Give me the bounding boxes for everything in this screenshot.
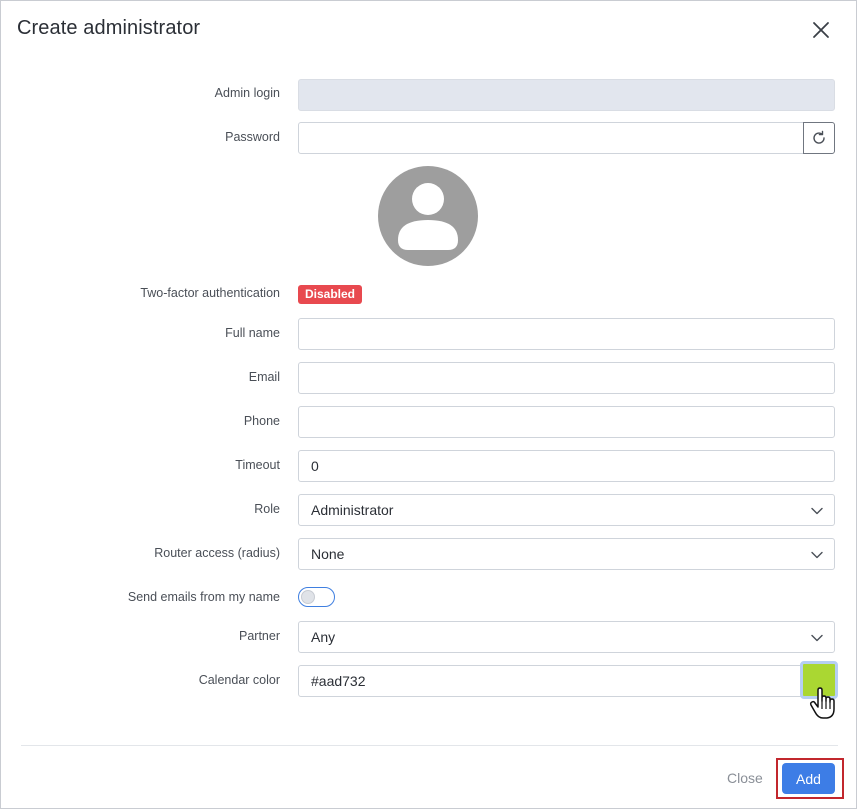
generate-password-button[interactable] bbox=[803, 122, 835, 154]
password-input[interactable] bbox=[298, 122, 804, 154]
admin-login-label: Admin login bbox=[214, 86, 280, 100]
refresh-icon bbox=[813, 130, 825, 144]
full-name-label: Full name bbox=[225, 326, 280, 340]
router-access-label: Router access (radius) bbox=[154, 546, 280, 560]
add-button[interactable]: Add bbox=[782, 763, 835, 794]
user-avatar-icon[interactable] bbox=[378, 166, 478, 266]
router-access-select[interactable]: None bbox=[298, 538, 835, 570]
email-label: Email bbox=[248, 370, 280, 384]
password-label: Password bbox=[225, 130, 280, 144]
chevron-down-icon bbox=[811, 634, 823, 642]
calendar-color-group bbox=[298, 661, 838, 699]
phone-input[interactable] bbox=[298, 406, 835, 438]
chevron-down-icon bbox=[811, 507, 823, 515]
router-access-selected-value: None bbox=[311, 546, 345, 562]
role-selected-value: Administrator bbox=[311, 502, 394, 518]
toggle-knob bbox=[301, 590, 315, 604]
calendar-color-label: Calendar color bbox=[198, 673, 280, 687]
partner-selected-value: Any bbox=[311, 629, 336, 645]
close-icon[interactable] bbox=[809, 18, 833, 42]
send-emails-toggle[interactable] bbox=[298, 587, 335, 607]
phone-label: Phone bbox=[243, 414, 280, 428]
role-label: Role bbox=[254, 502, 280, 516]
two-factor-status-badge[interactable]: Disabled bbox=[298, 285, 363, 304]
email-input[interactable] bbox=[298, 362, 835, 394]
footer-divider bbox=[21, 745, 838, 746]
password-group bbox=[298, 122, 835, 154]
role-select[interactable]: Administrator bbox=[298, 494, 835, 526]
partner-select[interactable]: Any bbox=[298, 621, 835, 653]
calendar-color-swatch[interactable] bbox=[800, 661, 838, 699]
dialog-title: Create administrator bbox=[17, 17, 201, 39]
two-factor-label: Two-factor authentication bbox=[140, 286, 280, 300]
calendar-color-input[interactable] bbox=[298, 665, 835, 697]
chevron-down-icon bbox=[811, 551, 823, 559]
create-administrator-dialog: Create administrator Admin login Passwor… bbox=[0, 0, 857, 809]
close-button[interactable]: Close bbox=[721, 769, 769, 787]
admin-login-input[interactable] bbox=[298, 79, 835, 111]
timeout-input[interactable] bbox=[298, 450, 835, 482]
timeout-label: Timeout bbox=[235, 458, 280, 472]
send-emails-label: Send emails from my name bbox=[127, 590, 280, 604]
partner-label: Partner bbox=[239, 629, 280, 643]
full-name-input[interactable] bbox=[298, 318, 835, 350]
